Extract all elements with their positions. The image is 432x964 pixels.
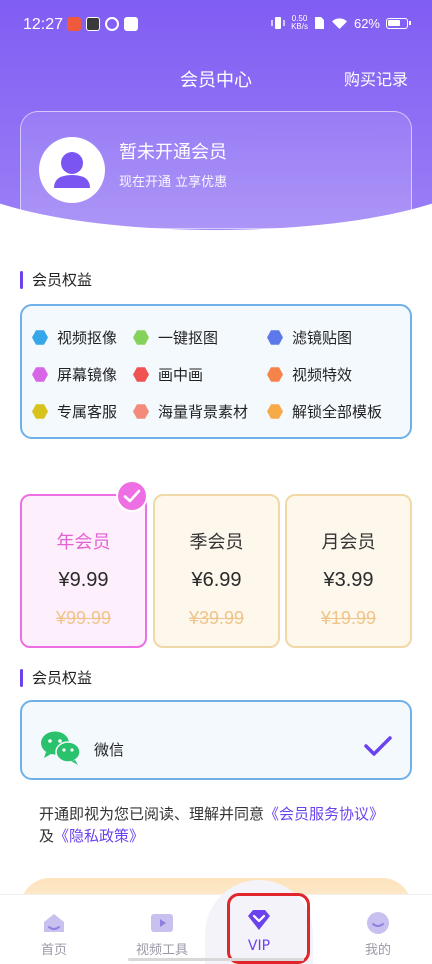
section-accent-bar [20,668,23,687]
nav-home[interactable]: 首页 [0,895,108,964]
benefit-label: 视频特效 [292,366,353,384]
hexagon-icon [32,367,48,382]
service-agreement-link[interactable]: 《会员服务协议》 [264,805,384,823]
payment-method-label: 微信 [94,741,125,759]
benefit-item: 视频特效 [267,364,352,385]
nav-video-tools[interactable]: 视频工具 [108,895,216,964]
status-bar: 12:27 0.50 KB/s 62% [0,0,432,52]
plan-name: 月会员 [321,532,376,553]
home-indicator [128,958,304,961]
net-speed-unit: KB/s [291,22,308,31]
diamond-icon [248,910,270,930]
plan-original-price: ¥39.99 [188,608,245,628]
member-status-title: 暂未开通会员 [119,142,227,163]
hexagon-icon [32,330,48,345]
nav-label: 视频工具 [135,943,188,958]
payment-title-text: 会员权益 [32,669,93,687]
hexagon-icon [32,404,48,419]
video-icon [151,914,173,932]
nav-label: VIP [247,938,271,954]
agreement-prefix: 开通即视为您已阅读、理解并同意 [39,805,265,823]
nav-profile[interactable]: 我的 [324,895,432,964]
plan-original-price: ¥19.99 [320,608,377,628]
plan-price: ¥3.99 [323,569,374,591]
plan-name: 年会员 [56,532,111,553]
hexagon-icon [267,367,283,382]
plan-price: ¥9.99 [58,569,109,591]
vibrate-icon [271,17,285,29]
benefit-label: 海量背景素材 [158,403,249,421]
link-app-icon [105,17,119,31]
plan-original-price: ¥99.99 [55,608,112,628]
hexagon-icon [267,330,283,345]
net-speed: 0.50 KB/s [291,15,308,31]
profile-icon [367,912,389,934]
benefit-label: 解锁全部模板 [292,403,383,421]
payment-method-wechat[interactable]: 微信 [20,700,412,780]
wechat-icon [41,731,81,765]
member-status-subtitle: 现在开通 立享优惠 [119,175,228,190]
agreement-connector: 及 [39,827,55,845]
benefit-label: 视频抠像 [57,329,118,347]
status-time: 12:27 [23,16,64,33]
plan-name: 季会员 [189,532,244,553]
selected-check-icon [116,480,148,512]
hexagon-icon [133,367,149,382]
wifi-icon [331,17,347,29]
benefit-item: 视频抠像 [32,327,117,348]
benefit-label: 滤镜贴图 [292,329,353,347]
privacy-policy-link[interactable]: 《隐私政策》 [54,827,144,845]
status-right: 0.50 KB/s 62% [271,15,411,31]
sim-icon [314,17,324,29]
hexagon-icon [267,404,283,419]
hexagon-icon [133,404,149,419]
avatar[interactable] [39,137,105,203]
battery-icon [386,17,411,29]
nav-vip[interactable]: VIP [205,894,313,964]
benefits-section-title: 会员权益 [20,269,92,290]
benefits-grid: 视频抠像 一键抠图 滤镜贴图 屏幕镜像 画中画 视频特效 专属客服 海量背景素材… [20,304,412,439]
user-icon [54,152,90,188]
hexagon-icon [133,330,149,345]
benefit-item: 画中画 [133,364,203,385]
notification-app-icon [67,17,81,31]
purchase-history-link[interactable]: 购买记录 [344,66,408,90]
benefit-item: 滤镜贴图 [267,327,352,348]
benefit-item: 海量背景素材 [133,401,248,422]
benefit-label: 屏幕镜像 [57,366,118,384]
benefit-label: 画中画 [158,366,204,384]
home-icon [44,914,64,932]
status-app-icons [67,17,138,31]
battery-percent: 62% [353,15,380,31]
benefit-item: 专属客服 [32,401,117,422]
benefit-item: 一键抠图 [133,327,218,348]
message-app-icon [124,17,138,31]
video-app-icon [86,17,100,31]
plan-price: ¥6.99 [191,569,242,591]
payment-section-title: 会员权益 [20,667,92,688]
section-accent-bar [20,270,23,289]
plan-card-yearly[interactable]: 年会员 ¥9.99 ¥99.99 [20,494,147,648]
benefit-item: 屏幕镜像 [32,364,117,385]
agreement-text: 开通即视为您已阅读、理解并同意《会员服务协议》及《隐私政策》 [39,803,399,847]
nav-label: 我的 [364,943,391,958]
benefits-title-text: 会员权益 [32,271,93,289]
check-icon [364,736,392,756]
benefit-label: 专属客服 [57,403,118,421]
plan-card-monthly[interactable]: 月会员 ¥3.99 ¥19.99 [285,494,412,648]
nav-label: 首页 [40,943,67,958]
plan-card-quarterly[interactable]: 季会员 ¥6.99 ¥39.99 [153,494,280,648]
member-status-card: 暂未开通会员 现在开通 立享优惠 [20,111,412,229]
benefit-item: 解锁全部模板 [267,401,382,422]
benefit-label: 一键抠图 [158,329,219,347]
